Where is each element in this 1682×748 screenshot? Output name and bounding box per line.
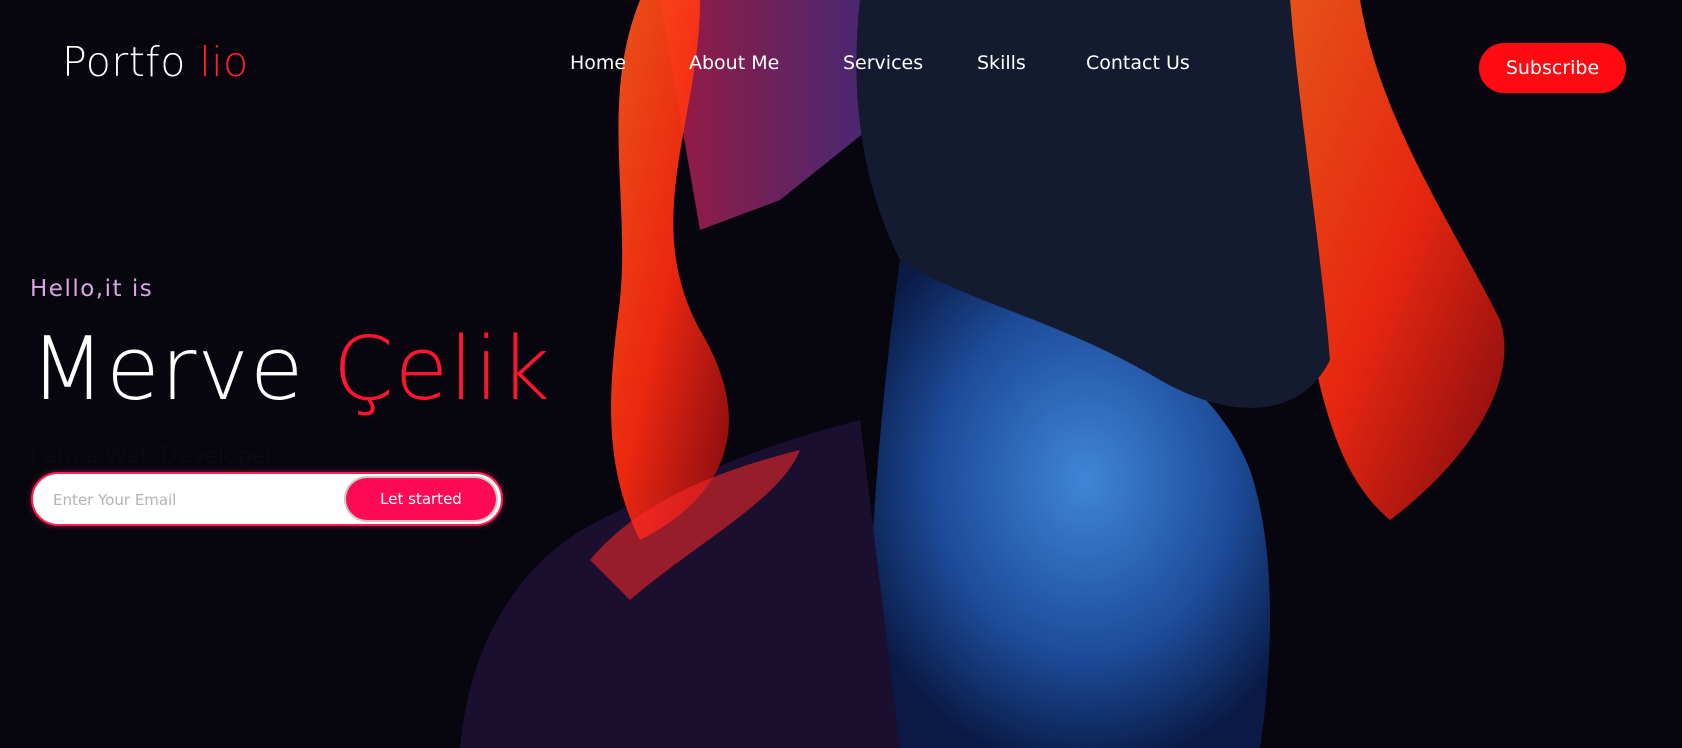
hero-name: Merve Çelik [30, 314, 551, 424]
nav-about-me-link[interactable]: About Me [689, 52, 779, 74]
nav-services-link[interactable]: Services [843, 52, 923, 74]
nav-contact-us-link[interactable]: Contact Us [1086, 52, 1190, 74]
hero-last-name: Çelik [333, 318, 552, 420]
nav-skills-link[interactable]: Skills [977, 52, 1026, 74]
logo-main-text: Portfo [62, 38, 200, 86]
hero-first-name: Merve [30, 318, 334, 420]
top-navbar: Portfo lio Home About Me Services Skills… [0, 0, 1682, 134]
site-logo[interactable]: Portfo lio [62, 38, 249, 86]
email-input[interactable] [51, 484, 325, 516]
let-started-button[interactable]: Let started [346, 478, 496, 520]
hero-section: Hello,it is Merve Çelik I am a Web Devel… [30, 270, 550, 540]
hero-greeting: Hello,it is [30, 276, 154, 302]
nav-home-link[interactable]: Home [570, 52, 626, 74]
email-signup-form: Let started [31, 472, 503, 526]
hero-role-text: I am a Web Developer [30, 444, 274, 469]
subscribe-button[interactable]: Subscribe [1479, 43, 1626, 93]
logo-accent-text: lio [199, 38, 249, 86]
